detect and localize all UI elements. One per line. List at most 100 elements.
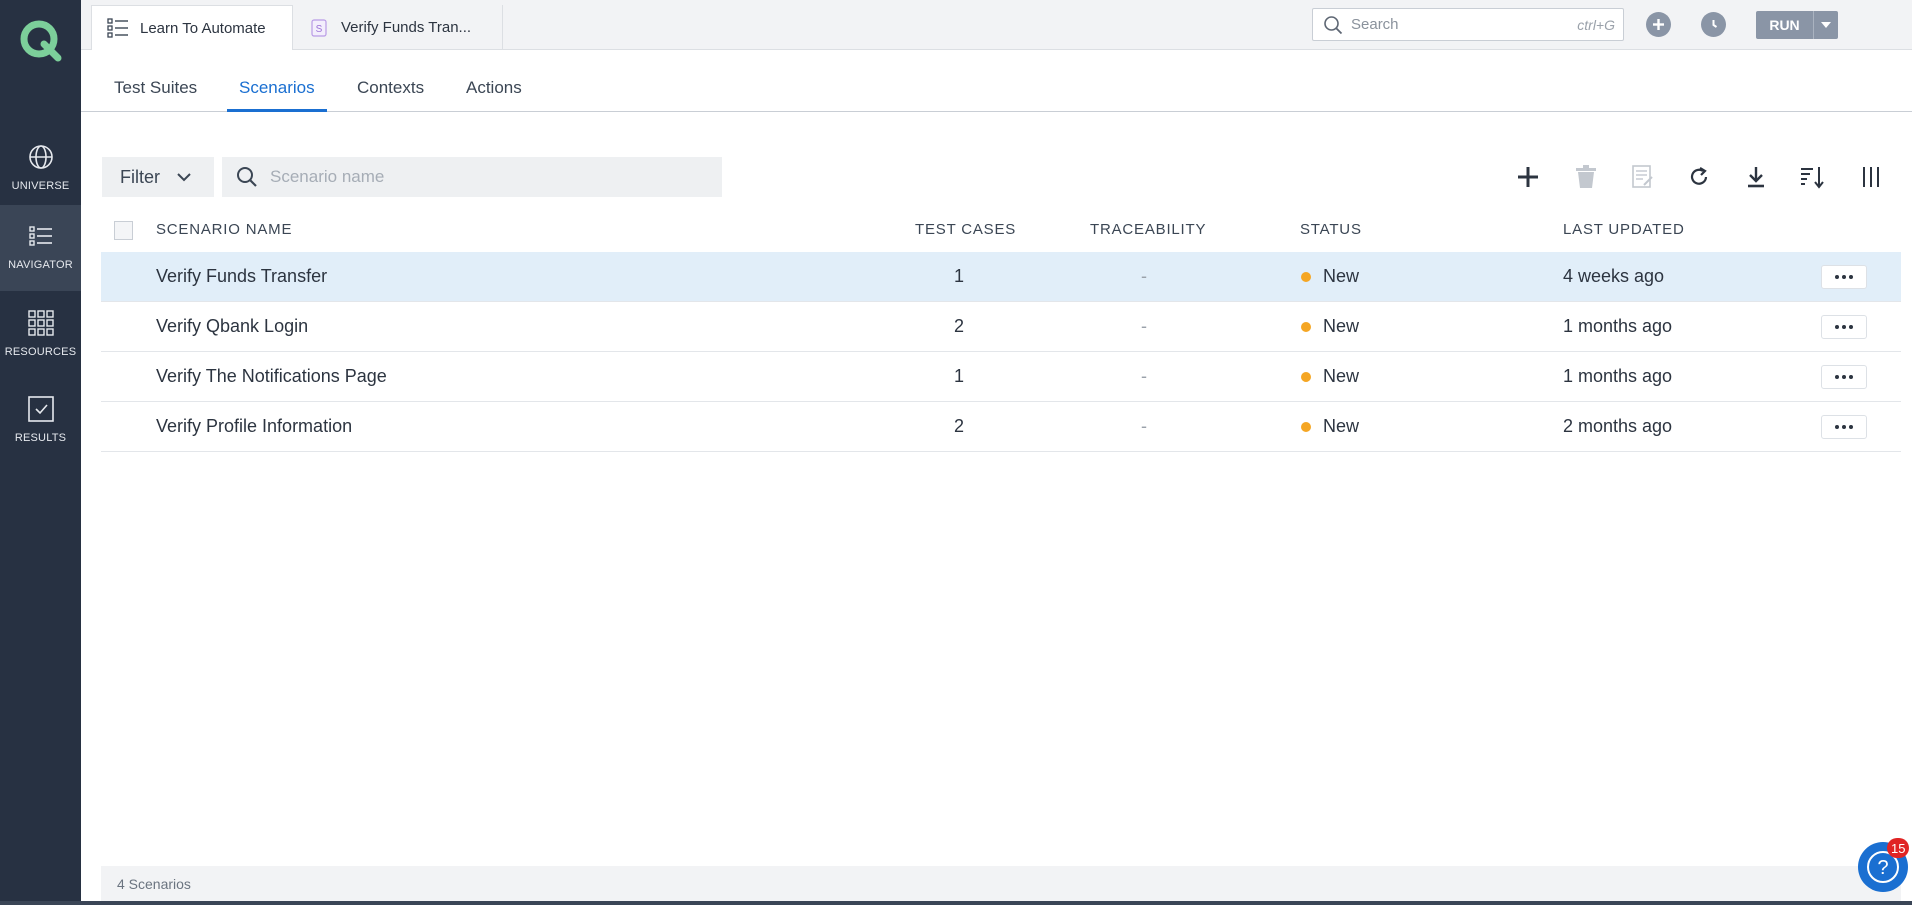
sub-tabs: Test Suites Scenarios Contexts Actions [81, 50, 1912, 112]
notification-badge: 15 [1887, 838, 1910, 858]
status-text: New [1323, 266, 1360, 286]
last-updated: 4 weeks ago [1563, 266, 1665, 286]
plus-icon [1518, 167, 1538, 187]
status-text: New [1323, 416, 1360, 436]
clock-icon [1712, 20, 1718, 28]
status-dot [1301, 372, 1311, 382]
sort-button[interactable] [1797, 162, 1827, 192]
more-horizontal-icon [1835, 325, 1853, 329]
scenario-name[interactable]: Verify Funds Transfer [156, 266, 327, 287]
refresh-button[interactable] [1684, 162, 1714, 192]
sort-icon [1801, 167, 1824, 189]
run-label: RUN [1769, 17, 1800, 33]
add-scenario-button[interactable] [1513, 162, 1543, 192]
scenario-name[interactable]: Verify The Notifications Page [156, 366, 387, 387]
status-dot [1301, 272, 1311, 282]
last-updated: 2 months ago [1563, 416, 1673, 436]
row-more-button[interactable] [1821, 365, 1867, 389]
test-cases-count: 2 [954, 416, 965, 436]
column-header-test-cases[interactable]: TEST CASES [915, 221, 1016, 238]
more-horizontal-icon [1835, 425, 1853, 429]
more-horizontal-icon [1835, 275, 1853, 279]
tab-label: Verify Funds Tran... [341, 19, 472, 36]
search-icon [1324, 15, 1343, 34]
app-logo-icon[interactable] [18, 18, 64, 62]
more-horizontal-icon [1835, 375, 1853, 379]
test-cases-count: 1 [954, 266, 965, 286]
column-header-last-updated[interactable]: LAST UPDATED [1563, 221, 1685, 238]
tab-test-suites[interactable]: Test Suites [114, 78, 197, 112]
run-button[interactable]: RUN [1756, 11, 1838, 39]
test-cases-count: 1 [954, 366, 965, 386]
filter-label: Filter [120, 166, 160, 187]
left-navigation: UNIVERSE NAVIGATOR RESOURCES RESULTS [0, 0, 81, 905]
caret-down-icon [1821, 22, 1831, 28]
scenario-name[interactable]: Verify Profile Information [156, 416, 352, 437]
top-bar: Learn To Automate S Verify Funds Tran...… [81, 0, 1912, 50]
bottom-edge [0, 901, 1912, 905]
search-icon [237, 167, 257, 187]
filter-dropdown[interactable]: Filter [102, 157, 214, 197]
nav-item-resources[interactable]: RESOURCES [0, 292, 81, 378]
run-dropdown[interactable] [1813, 11, 1838, 39]
column-header-traceability[interactable]: TRACEABILITY [1090, 221, 1206, 238]
nav-item-results[interactable]: RESULTS [0, 378, 81, 464]
row-more-button[interactable] [1821, 315, 1867, 339]
columns-button[interactable] [1856, 162, 1886, 192]
table-row[interactable]: Verify Profile Information 2 - New 2 mon… [101, 402, 1901, 452]
row-more-button[interactable] [1821, 415, 1867, 439]
scenario-s-icon: S [311, 18, 327, 37]
delete-button[interactable] [1571, 162, 1601, 192]
nav-item-label: NAVIGATOR [8, 259, 73, 271]
history-button[interactable] [1701, 12, 1726, 37]
table-row[interactable]: Verify Funds Transfer 1 - New 4 weeks ag… [101, 252, 1901, 302]
scenario-name-input[interactable] [270, 167, 690, 187]
traceability-value: - [1141, 366, 1147, 386]
chevron-down-icon [177, 173, 191, 182]
scenario-name[interactable]: Verify Qbank Login [156, 316, 308, 337]
column-header-status[interactable]: STATUS [1300, 221, 1362, 238]
table-header: SCENARIO NAME TEST CASES TRACEABILITY ST… [101, 212, 1901, 252]
tab-label: Learn To Automate [140, 19, 266, 37]
nav-item-label: RESOURCES [4, 346, 77, 358]
edit-button[interactable] [1628, 162, 1658, 192]
column-header-scenario-name[interactable]: SCENARIO NAME [156, 221, 292, 238]
status-dot [1301, 422, 1311, 432]
tab-verify-funds-transfer[interactable]: S Verify Funds Tran... [293, 5, 503, 50]
last-updated: 1 months ago [1563, 316, 1673, 336]
tab-learn-to-automate[interactable]: Learn To Automate [91, 5, 293, 50]
columns-icon [1863, 167, 1879, 187]
nav-item-label: RESULTS [14, 432, 67, 444]
list-icon [107, 18, 128, 38]
test-cases-count: 2 [954, 316, 965, 336]
traceability-value: - [1141, 416, 1147, 436]
row-more-button[interactable] [1821, 265, 1867, 289]
trash-icon [1576, 165, 1596, 188]
svg-text:S: S [316, 24, 323, 35]
download-button[interactable] [1741, 162, 1771, 192]
checkbox-icon [27, 396, 54, 422]
tab-scenarios[interactable]: Scenarios [227, 78, 327, 112]
plus-icon [1653, 19, 1664, 30]
list-icon [28, 226, 52, 246]
status-text: New [1323, 316, 1360, 336]
tab-contexts[interactable]: Contexts [357, 78, 424, 112]
table-footer: 4 Scenarios [101, 866, 1901, 902]
last-updated: 1 months ago [1563, 366, 1673, 386]
global-search[interactable]: Search ctrl+G [1312, 8, 1624, 41]
globe-icon [28, 145, 53, 169]
nav-item-universe[interactable]: UNIVERSE [0, 126, 81, 212]
add-button[interactable] [1646, 12, 1671, 37]
nav-item-navigator[interactable]: NAVIGATOR [0, 205, 81, 291]
search-shortcut: ctrl+G [1577, 16, 1615, 33]
nav-item-label: UNIVERSE [11, 180, 70, 192]
grid-icon [27, 310, 54, 336]
table-row[interactable]: Verify The Notifications Page 1 - New 1 … [101, 352, 1901, 402]
status-dot [1301, 322, 1311, 332]
traceability-value: - [1141, 266, 1147, 286]
table-row[interactable]: Verify Qbank Login 2 - New 1 months ago [101, 302, 1901, 352]
search-placeholder: Search [1351, 16, 1399, 33]
tab-actions[interactable]: Actions [466, 78, 522, 112]
status-text: New [1323, 366, 1360, 386]
traceability-value: - [1141, 316, 1147, 336]
